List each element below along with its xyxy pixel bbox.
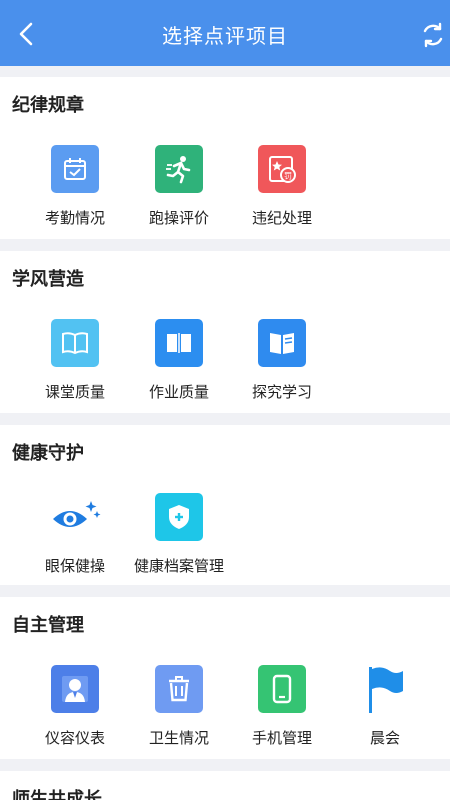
item-label: 卫生情况	[148, 729, 209, 747]
section-title: 健康守护	[12, 443, 84, 464]
section-title: 师生共成长	[12, 789, 102, 800]
item-morning-meeting[interactable]: 晨会	[330, 665, 440, 748]
trash-icon	[155, 665, 203, 713]
item-label: 健康档案管理	[133, 557, 224, 575]
item-eye-exercise[interactable]: 眼保健操	[20, 493, 130, 576]
section-health: 健康守护 眼保健操 健康档案管理	[0, 425, 450, 585]
item-label: 作业质量	[148, 383, 209, 401]
section-title: 自主管理	[12, 615, 84, 636]
item-health-records[interactable]: 健康档案管理	[124, 493, 234, 576]
item-label: 晨会	[369, 729, 400, 747]
refresh-icon	[423, 22, 443, 48]
section-study: 学风营造 课堂质量 作业质量 探究学习	[0, 251, 450, 413]
page-title: 选择点评项目	[162, 24, 288, 48]
item-label: 探究学习	[251, 383, 312, 401]
item-class-quality[interactable]: 课堂质量	[20, 319, 130, 402]
item-label: 眼保健操	[44, 557, 105, 575]
svg-text:罚: 罚	[284, 172, 292, 181]
item-appearance[interactable]: 仪容仪表	[20, 665, 130, 748]
item-homework-quality[interactable]: 作业质量	[124, 319, 234, 402]
item-label: 违纪处理	[251, 209, 312, 227]
item-violation[interactable]: 罚 违纪处理	[227, 145, 337, 228]
section-teacher-student: 师生共成长	[0, 771, 450, 800]
item-running[interactable]: 跑操评价	[124, 145, 234, 228]
item-hygiene[interactable]: 卫生情况	[124, 665, 234, 748]
book-icon	[258, 319, 306, 367]
shield-plus-icon	[155, 493, 203, 541]
item-label: 课堂质量	[44, 383, 105, 401]
item-attendance[interactable]: 考勤情况	[20, 145, 130, 228]
section-title: 学风营造	[12, 269, 84, 290]
notebook-icon	[155, 319, 203, 367]
calendar-check-icon	[51, 145, 99, 193]
item-label: 手机管理	[251, 729, 312, 747]
open-book-icon	[51, 319, 99, 367]
item-label: 仪容仪表	[44, 729, 105, 747]
top-bar: 选择点评项目	[0, 0, 450, 66]
penalty-icon: 罚	[258, 145, 306, 193]
item-phone-management[interactable]: 手机管理	[227, 665, 337, 748]
section-discipline: 纪律规章 考勤情况 跑操评价 罚 违纪处理	[0, 77, 450, 239]
running-icon	[155, 145, 203, 193]
eye-sparkle-icon	[47, 493, 103, 541]
section-self-management: 自主管理 仪容仪表 卫生情况 手机管理 晨会	[0, 597, 450, 759]
flag-icon	[361, 665, 409, 713]
refresh-button[interactable]	[418, 20, 448, 50]
phone-icon	[258, 665, 306, 713]
section-title: 纪律规章	[12, 95, 84, 116]
person-icon	[51, 665, 99, 713]
item-label: 跑操评价	[148, 209, 209, 227]
item-inquiry-learning[interactable]: 探究学习	[227, 319, 337, 402]
item-label: 考勤情况	[44, 209, 105, 227]
